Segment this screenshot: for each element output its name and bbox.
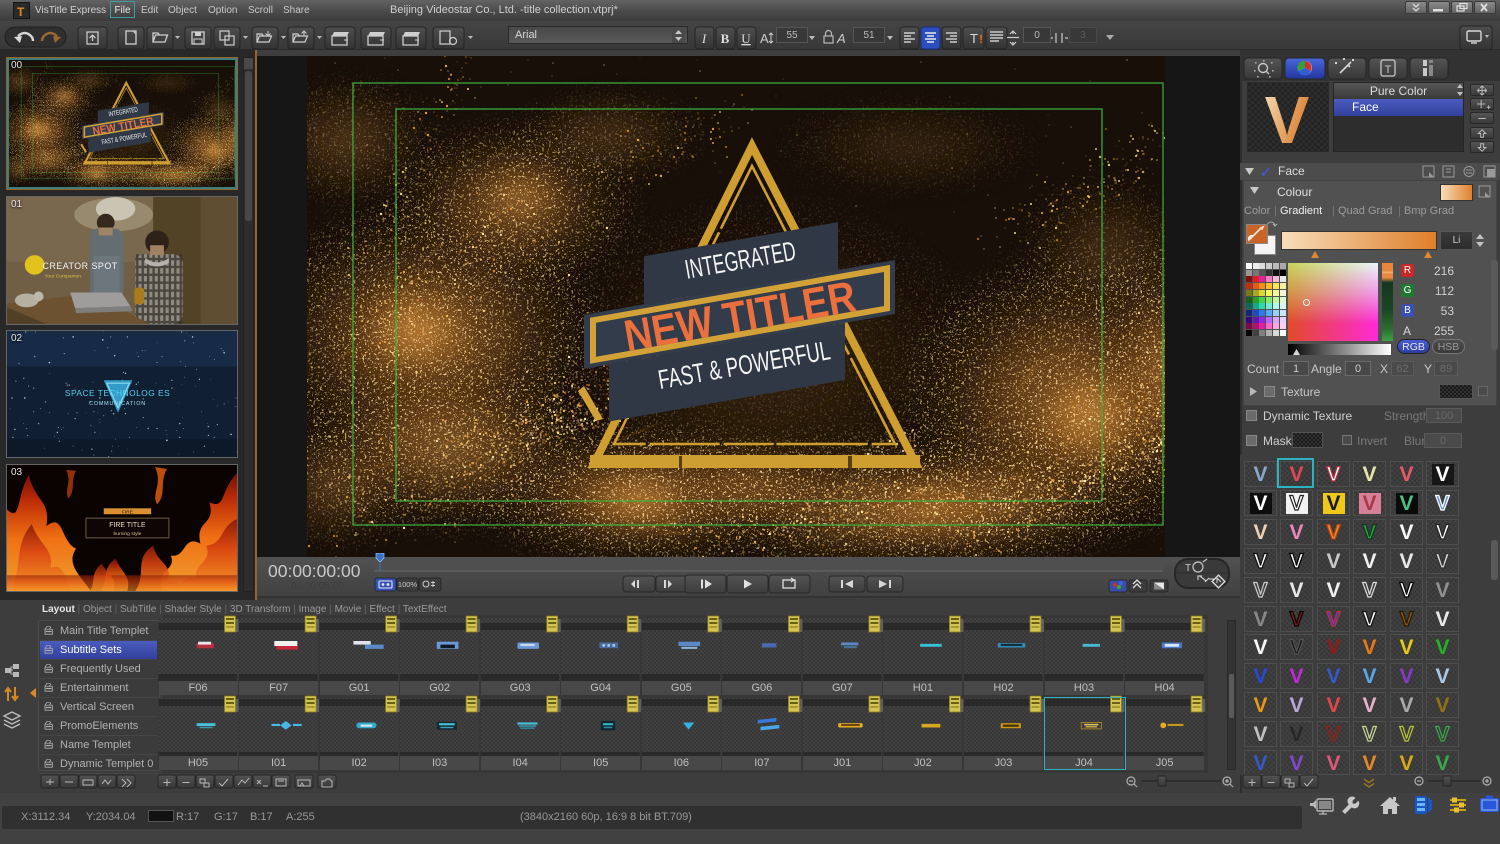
svg-text:CREATOR SPOT: CREATOR SPOT — [43, 261, 118, 271]
svg-text:I: I — [701, 31, 707, 46]
svg-text:B: B — [721, 31, 730, 46]
svg-text:A: A — [760, 31, 769, 46]
svg-text:FIRE TITLE: FIRE TITLE — [109, 522, 146, 529]
svg-text:U: U — [741, 31, 751, 46]
svg-text:COMMUNICATION: COMMUNICATION — [89, 401, 146, 407]
svg-text:100%: 100% — [398, 580, 418, 589]
svg-text:Your Companion: Your Companion — [45, 274, 82, 280]
svg-text:V: V — [1265, 83, 1310, 151]
svg-text:T: T — [970, 31, 978, 46]
svg-text:SPACE TECHNOLOG ES: SPACE TECHNOLOG ES — [65, 388, 170, 398]
svg-text:A: A — [836, 31, 846, 46]
svg-text:burning style: burning style — [113, 531, 141, 537]
svg-text:!: ! — [979, 32, 983, 46]
svg-text:FIRE: FIRE — [122, 510, 134, 516]
svg-text:T: T — [1185, 563, 1191, 574]
svg-text:T: T — [1385, 64, 1392, 76]
